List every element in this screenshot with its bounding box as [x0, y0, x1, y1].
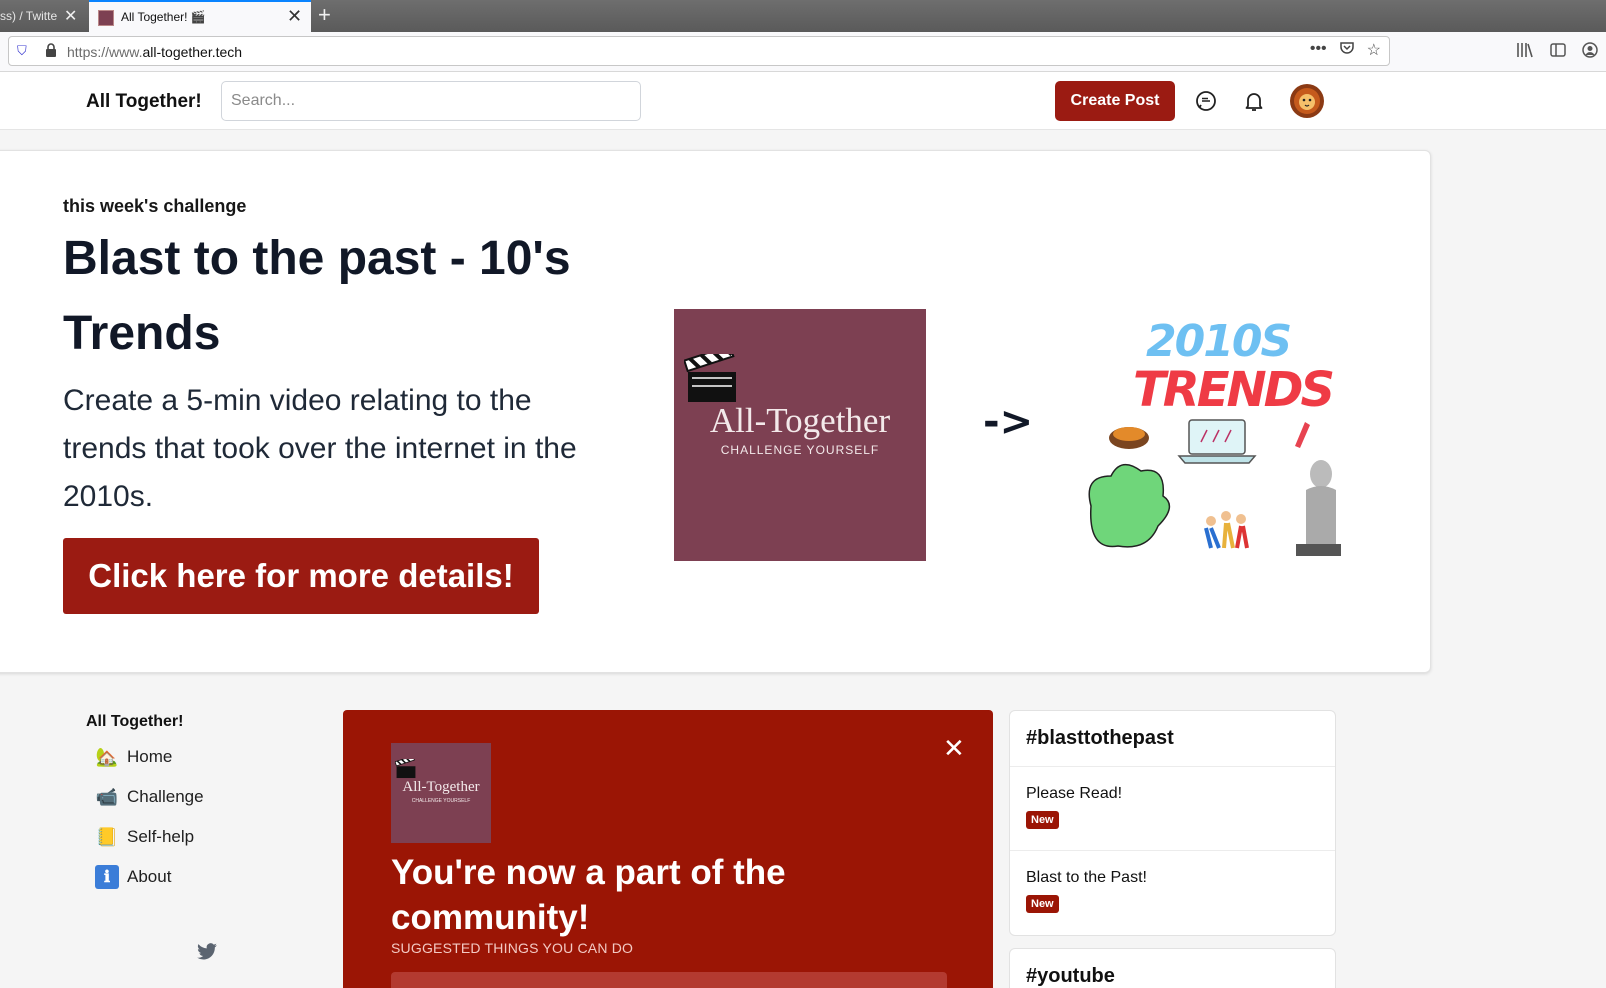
close-icon[interactable]: ✕	[943, 733, 965, 764]
info-icon: ℹ	[95, 865, 119, 889]
bell-icon[interactable]	[1242, 89, 1266, 113]
logo-tagline: CHALLENGE YOURSELF	[720, 443, 880, 457]
all-together-logo-thumb: All-Together CHALLENGE YOURSELF	[391, 743, 491, 843]
sidebar-item-label: About	[127, 867, 172, 886]
sidebar-item-challenge[interactable]: 📹 Challenge	[86, 777, 336, 817]
sidebar-item-label: Challenge	[127, 787, 204, 806]
site-header: All Together! Create Post	[0, 72, 1606, 130]
notebook-icon: 📒	[95, 826, 119, 847]
site-logo[interactable]: All Together!	[86, 91, 202, 113]
close-tab-icon[interactable]: ✕	[287, 6, 302, 27]
arrow-icon: ->	[983, 399, 1034, 445]
tag-heading[interactable]: #youtube	[1010, 949, 1335, 988]
url-text: https://www.all-together.tech	[67, 44, 243, 60]
bookmark-star-icon[interactable]: ☆	[1367, 40, 1381, 61]
list-item[interactable]: Please Read! New	[1010, 767, 1335, 851]
sidebar-item-home[interactable]: 🏡 Home	[86, 737, 336, 777]
trends-doodles-icon	[1088, 419, 1341, 556]
sidebar-heading: All Together!	[86, 713, 184, 730]
tag-card-blasttothepast: #blasttothepast Please Read! New Blast t…	[1009, 710, 1336, 936]
welcome-subtitle: SUGGESTED THINGS YOU CAN DO	[391, 940, 634, 956]
new-badge: New	[1026, 811, 1059, 829]
logo-name: All-Together	[709, 401, 891, 440]
lock-icon[interactable]	[45, 43, 57, 60]
video-camera-icon: 📹	[95, 786, 119, 807]
search-input[interactable]	[221, 81, 641, 121]
sidebar-toggle-icon[interactable]	[1550, 42, 1566, 62]
tag-heading[interactable]: #blasttothepast	[1010, 711, 1335, 767]
create-post-button[interactable]: Create Post	[1055, 81, 1175, 121]
trends-year: 2010S	[1146, 316, 1292, 367]
tag-card-youtube: #youtube	[1009, 948, 1336, 988]
post-title[interactable]: Blast to the Past!	[1026, 869, 1319, 887]
challenge-eyebrow: this week's challenge	[63, 196, 247, 216]
welcome-title: You're now a part of the community!	[391, 853, 786, 937]
sidebar-item-self-help[interactable]: 📒 Self-help	[86, 817, 336, 857]
challenge-title: Blast to the past - 10's Trends	[63, 232, 571, 360]
browser-navbar: ⛉ https://www.all-together.tech ••• ☆	[0, 32, 1606, 72]
trends-word: TRENDS	[1133, 362, 1335, 418]
house-icon: 🏡	[95, 746, 119, 767]
avatar[interactable]	[1290, 84, 1324, 118]
challenge-hero-card: this week's challenge Blast to the past …	[0, 150, 1431, 673]
account-icon[interactable]	[1582, 42, 1598, 62]
browser-tab-active[interactable]: All Together! 🎬 ✕	[89, 0, 311, 32]
pocket-icon[interactable]	[1339, 40, 1355, 61]
suggestion-item[interactable]	[391, 972, 947, 988]
left-sidebar: All Together! 🏡 Home 📹 Challenge 📒 Self-…	[86, 713, 336, 897]
favicon-icon	[98, 10, 114, 26]
post-title[interactable]: Please Read!	[1026, 785, 1319, 803]
tab-title: All Together! 🎬	[121, 10, 206, 24]
shield-icon[interactable]: ⛉	[17, 43, 27, 59]
challenge-details-button[interactable]: Click here for more details!	[63, 538, 539, 614]
tab-title: ss) / Twitte	[0, 9, 58, 23]
new-tab-icon[interactable]: +	[318, 2, 331, 28]
more-actions-icon[interactable]: •••	[1310, 40, 1327, 61]
challenge-description: Create a 5-min video relating to the tre…	[63, 384, 577, 513]
sidebar-item-about[interactable]: ℹ About	[86, 857, 336, 897]
sidebar-item-label: Self-help	[127, 827, 195, 846]
chat-icon[interactable]	[1194, 89, 1218, 113]
browser-tab-twitter[interactable]: ss) / Twitte ✕	[0, 0, 86, 32]
new-badge: New	[1026, 895, 1059, 913]
library-icon[interactable]	[1516, 42, 1534, 62]
trends-illustration: 2010S TRENDS	[1081, 316, 1341, 561]
welcome-banner: ✕ All-Together CHALLENGE YOURSELF You're…	[343, 710, 993, 988]
browser-tab-bar: ss) / Twitte ✕ All Together! 🎬 ✕ +	[0, 0, 1606, 32]
logo-tagline: CHALLENGE YOURSELF	[411, 798, 471, 804]
logo-name: All-Together	[402, 779, 480, 795]
address-bar[interactable]: ⛉ https://www.all-together.tech ••• ☆	[8, 36, 1390, 66]
all-together-logo: All-Together CHALLENGE YOURSELF	[674, 309, 926, 561]
sidebar-item-label: Home	[127, 747, 173, 766]
twitter-icon[interactable]	[196, 943, 218, 966]
close-tab-icon[interactable]: ✕	[64, 6, 77, 26]
clapperboard-icon	[395, 759, 416, 779]
list-item[interactable]: Blast to the Past! New	[1010, 851, 1335, 935]
